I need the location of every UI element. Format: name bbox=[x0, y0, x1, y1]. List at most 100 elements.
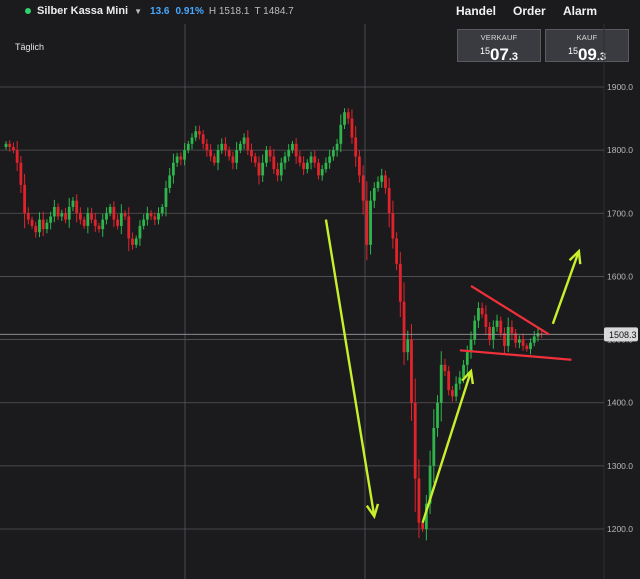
candle-body bbox=[8, 143, 12, 147]
annotation-arrow bbox=[551, 250, 581, 325]
candle-body bbox=[4, 143, 8, 147]
candle-body bbox=[97, 225, 101, 230]
candle-body bbox=[86, 213, 90, 226]
candle-body bbox=[41, 219, 45, 230]
candle-body bbox=[38, 219, 41, 233]
candle-body bbox=[227, 150, 231, 157]
candle-body bbox=[105, 213, 108, 220]
candle-body bbox=[242, 137, 246, 144]
candle-body bbox=[168, 175, 172, 189]
candle-body bbox=[90, 213, 93, 220]
candle-body bbox=[324, 162, 328, 170]
candle-body bbox=[525, 345, 529, 350]
candle-body bbox=[108, 206, 112, 214]
candle-body bbox=[183, 150, 186, 160]
candle-body bbox=[291, 143, 294, 151]
candle-body bbox=[458, 377, 462, 384]
candle-body bbox=[413, 402, 417, 479]
candle-body bbox=[172, 162, 175, 176]
candle-body bbox=[224, 143, 227, 151]
price-chart[interactable]: 1900.01800.01700.01600.01500.01400.01300… bbox=[0, 0, 640, 579]
candle-body bbox=[451, 390, 454, 397]
candle-body bbox=[250, 150, 253, 157]
candle-body bbox=[15, 150, 19, 163]
candle-body bbox=[320, 169, 324, 176]
candle-body bbox=[447, 371, 451, 391]
candle-body bbox=[506, 326, 510, 346]
candle-body bbox=[406, 339, 410, 353]
candle-body bbox=[79, 213, 82, 220]
candle-body bbox=[417, 478, 421, 523]
candle-body bbox=[52, 206, 56, 217]
candle-body bbox=[257, 162, 261, 176]
candle-body bbox=[503, 333, 506, 346]
candle-body bbox=[305, 162, 309, 170]
candle-body bbox=[365, 200, 369, 245]
candle-body bbox=[220, 143, 224, 151]
candle-body bbox=[145, 213, 149, 220]
candle-body bbox=[343, 112, 346, 125]
y-tick-label: 1900.0 bbox=[607, 82, 633, 92]
candle-body bbox=[410, 339, 413, 403]
candle-body bbox=[19, 162, 23, 185]
candle-body bbox=[276, 169, 279, 176]
candle-body bbox=[328, 156, 332, 163]
candle-body bbox=[71, 200, 75, 207]
candle-body bbox=[436, 402, 439, 428]
candle-body bbox=[477, 308, 480, 321]
candle-body bbox=[302, 162, 305, 170]
candle-body bbox=[186, 143, 190, 151]
candle-body bbox=[421, 522, 425, 529]
candle-body bbox=[198, 131, 201, 135]
candle-body bbox=[384, 175, 387, 189]
candle-body bbox=[23, 184, 26, 214]
candle-body bbox=[116, 219, 119, 226]
y-tick-label: 1700.0 bbox=[607, 208, 633, 218]
candle-body bbox=[521, 339, 525, 346]
y-tick-label: 1200.0 bbox=[607, 524, 633, 534]
candle-body bbox=[491, 326, 495, 340]
candle-body bbox=[235, 150, 239, 163]
candle-body bbox=[112, 206, 116, 220]
candle-body bbox=[93, 219, 97, 226]
candle-body bbox=[12, 146, 15, 151]
candle-body bbox=[488, 326, 491, 340]
candle-body bbox=[56, 206, 60, 217]
candle-body bbox=[205, 143, 209, 151]
trendline bbox=[459, 349, 572, 361]
y-tick-label: 1400.0 bbox=[607, 398, 633, 408]
candle-body bbox=[439, 364, 443, 403]
candle-body bbox=[272, 156, 276, 170]
candle-body bbox=[294, 143, 298, 157]
candle-body bbox=[279, 162, 283, 176]
candle-body bbox=[216, 150, 220, 163]
candle-body bbox=[380, 175, 384, 182]
y-tick-label: 1600.0 bbox=[607, 271, 633, 281]
candle-body bbox=[346, 112, 350, 119]
annotation-arrow bbox=[421, 370, 473, 524]
candle-body bbox=[265, 150, 268, 163]
candle-body bbox=[82, 219, 86, 226]
candle-body bbox=[268, 150, 272, 157]
candle-body bbox=[387, 188, 391, 214]
candle-body bbox=[339, 124, 343, 144]
candle-body bbox=[335, 143, 339, 151]
candle-body bbox=[179, 156, 183, 160]
candle-body bbox=[119, 213, 123, 226]
candle-body bbox=[532, 336, 536, 343]
candle-body bbox=[462, 364, 465, 378]
candle-body bbox=[164, 188, 168, 207]
candle-body bbox=[473, 320, 477, 340]
candle-body bbox=[376, 181, 380, 189]
candle-body bbox=[201, 134, 205, 144]
candle-body bbox=[454, 383, 458, 397]
candle-body bbox=[231, 156, 235, 163]
candle-body bbox=[510, 326, 514, 334]
candle-body bbox=[517, 339, 521, 343]
candle-body bbox=[372, 188, 376, 201]
candle-body bbox=[209, 150, 212, 157]
candle-body bbox=[283, 156, 287, 163]
candle-body bbox=[26, 213, 30, 220]
candle-body bbox=[45, 222, 49, 230]
candle-body bbox=[238, 143, 242, 151]
